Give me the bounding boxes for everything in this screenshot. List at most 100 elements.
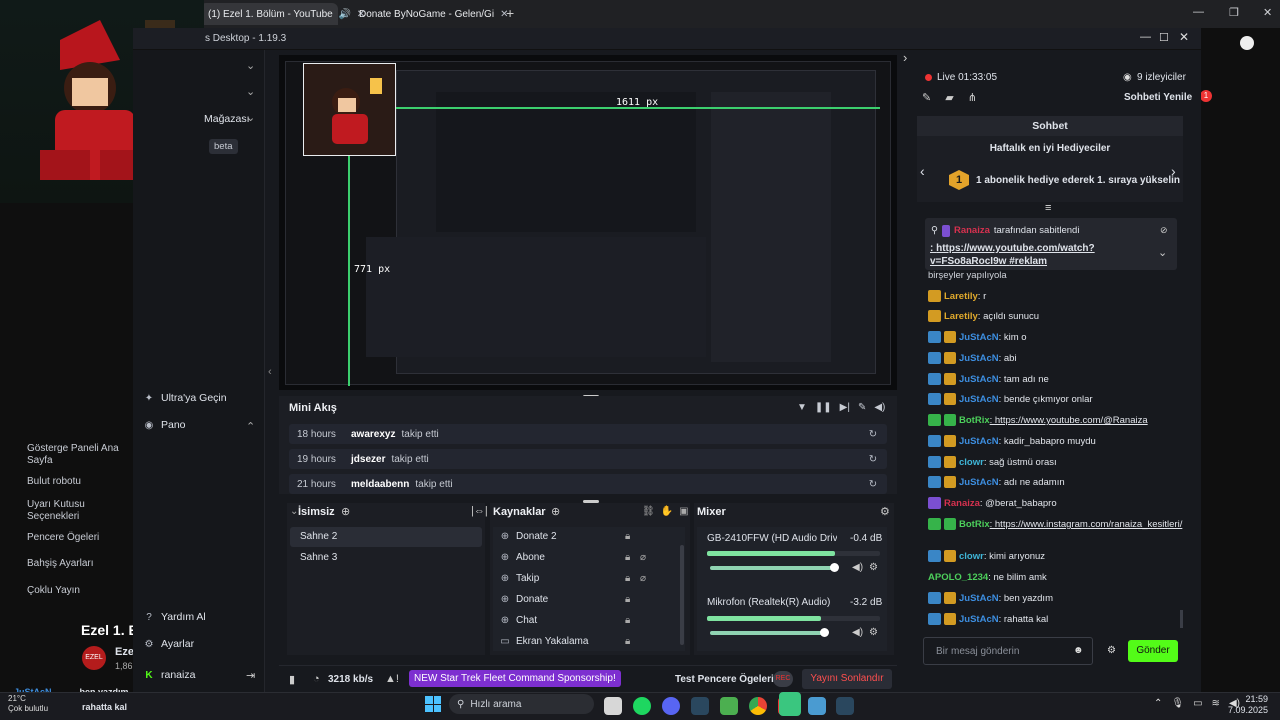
logout-icon[interactable]: ⇥ <box>246 669 255 682</box>
chat-username[interactable]: Laretily <box>944 311 978 322</box>
gear-icon[interactable]: ⚙ <box>880 505 890 518</box>
send-button[interactable]: Gönder <box>1128 640 1178 662</box>
display-icon[interactable]: ▭ <box>1193 698 1202 709</box>
source-item[interactable]: ⊕ Abone 🔒︎ ⌀ <box>499 551 659 563</box>
channel-name[interactable]: Eze <box>115 646 134 658</box>
scene-transition-icon[interactable]: |⇔| <box>471 505 488 517</box>
close-icon[interactable]: ✕ <box>1179 30 1189 44</box>
taskbar-search[interactable]: ⚲ Hızlı arama <box>449 694 594 714</box>
avatar[interactable] <box>1240 36 1254 50</box>
windows-start-icon[interactable] <box>425 696 441 712</box>
chat-username[interactable]: APOLO_1234 <box>928 572 988 583</box>
source-item[interactable]: ▭ Ekran Yakalama 🔒︎ <box>499 635 659 647</box>
lock-icon[interactable]: 🔒︎ <box>625 636 630 647</box>
hidden-eye-icon[interactable]: ⌀ <box>640 552 646 563</box>
weather-widget[interactable]: 21°C Çok bulutlu <box>8 694 48 714</box>
alert-icon[interactable]: ▲! <box>385 673 399 685</box>
settings-app-icon[interactable] <box>808 697 826 715</box>
maximize-icon[interactable]: ☐ <box>1159 31 1169 44</box>
chat-username[interactable]: JuStAcN <box>959 436 999 447</box>
volume-slider-knob[interactable] <box>820 628 829 637</box>
sidebar-subitem[interactable]: Uyarı Kutusu Seçenekleri <box>27 499 127 523</box>
prev-arrow-icon[interactable]: ‹ <box>920 163 925 179</box>
chat-text[interactable]: : https://www.instagram.com/ranaiza_kesi… <box>990 519 1183 530</box>
clock[interactable]: 21:59 7.09.2025 <box>1228 694 1268 716</box>
new-tab-button[interactable]: + <box>506 5 514 21</box>
gear-icon[interactable]: ⚙ <box>869 562 878 573</box>
chat-text[interactable]: : https://www.youtube.com/@Ranaiza <box>990 415 1148 426</box>
folder-icon[interactable]: ▣ <box>679 506 688 517</box>
chat-username[interactable]: JuStAcN <box>959 332 999 343</box>
sidebar-item-help[interactable]: ? Yardım Al <box>133 611 265 623</box>
sidebar-item-ultra[interactable]: ✦ Ultra'ya Geçin <box>133 392 265 404</box>
chat-username[interactable]: JuStAcN <box>959 394 999 405</box>
chat-username[interactable]: JuStAcN <box>959 477 999 488</box>
spotify-icon[interactable] <box>633 697 651 715</box>
selected-source-box[interactable] <box>303 63 396 156</box>
test-widgets-button[interactable]: Test Pencere Ögeleri <box>675 674 774 685</box>
scene-item[interactable]: Sahne 3 <box>300 552 337 563</box>
hidden-eye-icon[interactable]: ⌀ <box>640 573 646 584</box>
minimize-icon[interactable]: — <box>1193 6 1204 18</box>
replay-icon[interactable]: ↻ <box>867 478 879 490</box>
sidebar-subitem[interactable]: Bulut robotu <box>27 476 127 488</box>
chat-tab[interactable]: Sohbet <box>917 116 1183 136</box>
chat-username[interactable]: Ranaiza <box>944 498 980 509</box>
sidebar-item-settings[interactable]: ⚙ Ayarlar <box>133 638 265 650</box>
refresh-chat-button[interactable]: Sohbeti Yenile <box>1124 92 1192 103</box>
tab-youtube[interactable]: (1) Ezel 1. Bölüm - YouTube 🔊 ✕ <box>200 3 365 25</box>
source-item[interactable]: ⊕ Takip 🔒︎ ⌀ <box>499 572 659 584</box>
add-scene-icon[interactable]: ⊕ <box>341 505 350 518</box>
chrome-icon[interactable] <box>749 697 767 715</box>
minimize-icon[interactable]: — <box>1140 31 1151 43</box>
steam-icon-2[interactable] <box>836 697 854 715</box>
gear-icon[interactable]: ⚙ <box>1107 645 1116 656</box>
gear-icon[interactable]: ⚙ <box>869 627 878 638</box>
source-item[interactable]: ⊕ Donate 🔒︎ <box>499 593 659 605</box>
chevron-up-icon[interactable]: ⌃ <box>1154 698 1162 709</box>
lock-icon[interactable]: 🔒︎ <box>625 615 630 626</box>
volume-slider[interactable] <box>710 631 825 635</box>
chevron-down-icon[interactable]: ⌄ <box>246 59 255 72</box>
mic-icon[interactable]: 🎙︎ <box>1171 698 1184 709</box>
chat-username[interactable]: BotRix <box>959 415 990 426</box>
expand-right-icon[interactable]: › <box>903 50 907 65</box>
scenes-title[interactable]: İsimsiz <box>298 506 335 518</box>
chat-username[interactable]: Laretily <box>944 291 978 302</box>
chat-username[interactable]: JuStAcN <box>959 614 999 625</box>
replay-icon[interactable]: ↻ <box>867 453 879 465</box>
pinned-link[interactable]: : https://www.youtube.com/watch?v=FSo8aR… <box>930 242 1105 268</box>
chevron-up-icon[interactable]: ⌃ <box>246 420 255 433</box>
minecraft-icon[interactable] <box>720 697 738 715</box>
chat-username[interactable]: JuStAcN <box>959 593 999 604</box>
sidebar-subitem[interactable]: Pencere Ögeleri <box>27 532 127 544</box>
record-button[interactable]: REC <box>773 671 793 687</box>
unpin-icon[interactable]: ⊘ <box>1160 225 1168 236</box>
volume-slider-knob[interactable] <box>830 563 839 572</box>
chevron-down-icon[interactable]: ⌄ <box>246 111 255 124</box>
camera-icon[interactable]: ▰ <box>945 91 953 104</box>
channel-avatar[interactable]: EZEL <box>82 646 106 670</box>
lock-icon[interactable]: 🔒︎ <box>625 594 630 605</box>
tab-donate[interactable]: Donate ByNoGame - Gelen/Gi ✕ <box>345 3 508 25</box>
chevron-down-icon[interactable]: ⌄ <box>1158 246 1167 259</box>
source-item[interactable]: ⊕ Chat 🔒︎ <box>499 614 659 626</box>
file-explorer-icon[interactable] <box>604 697 622 715</box>
streamlabs-taskbar-icon[interactable] <box>779 692 801 716</box>
promo-banner[interactable]: NEW Star Trek Fleet Command Sponsorship! <box>409 670 621 687</box>
lock-icon[interactable]: 🔒︎ <box>625 573 630 584</box>
video-title[interactable]: Ezel 1. B <box>81 622 139 638</box>
speaker-icon[interactable]: ◀) <box>852 627 863 638</box>
menu-lines-icon[interactable]: ≡ <box>1045 202 1051 214</box>
replay-icon[interactable]: ↻ <box>867 428 879 440</box>
speaker-icon[interactable]: ◀) <box>852 562 863 573</box>
maximize-icon[interactable]: ❐ <box>1229 6 1239 19</box>
emoji-icon[interactable]: ☻ <box>1073 645 1084 656</box>
scene-item-selected[interactable]: Sahne 2 <box>290 527 482 547</box>
gift-prompt[interactable]: 1 abonelik hediye ederek 1. sıraya yükse… <box>976 175 1180 186</box>
chat-username[interactable]: JuStAcN <box>959 374 999 385</box>
add-source-icon[interactable]: ⊕ <box>551 505 560 518</box>
collapse-left-icon[interactable]: ‹ <box>268 366 272 378</box>
source-item[interactable]: ⊕ Donate 2 🔒︎ <box>499 530 659 542</box>
share-icon[interactable]: ⋔ <box>968 91 977 104</box>
